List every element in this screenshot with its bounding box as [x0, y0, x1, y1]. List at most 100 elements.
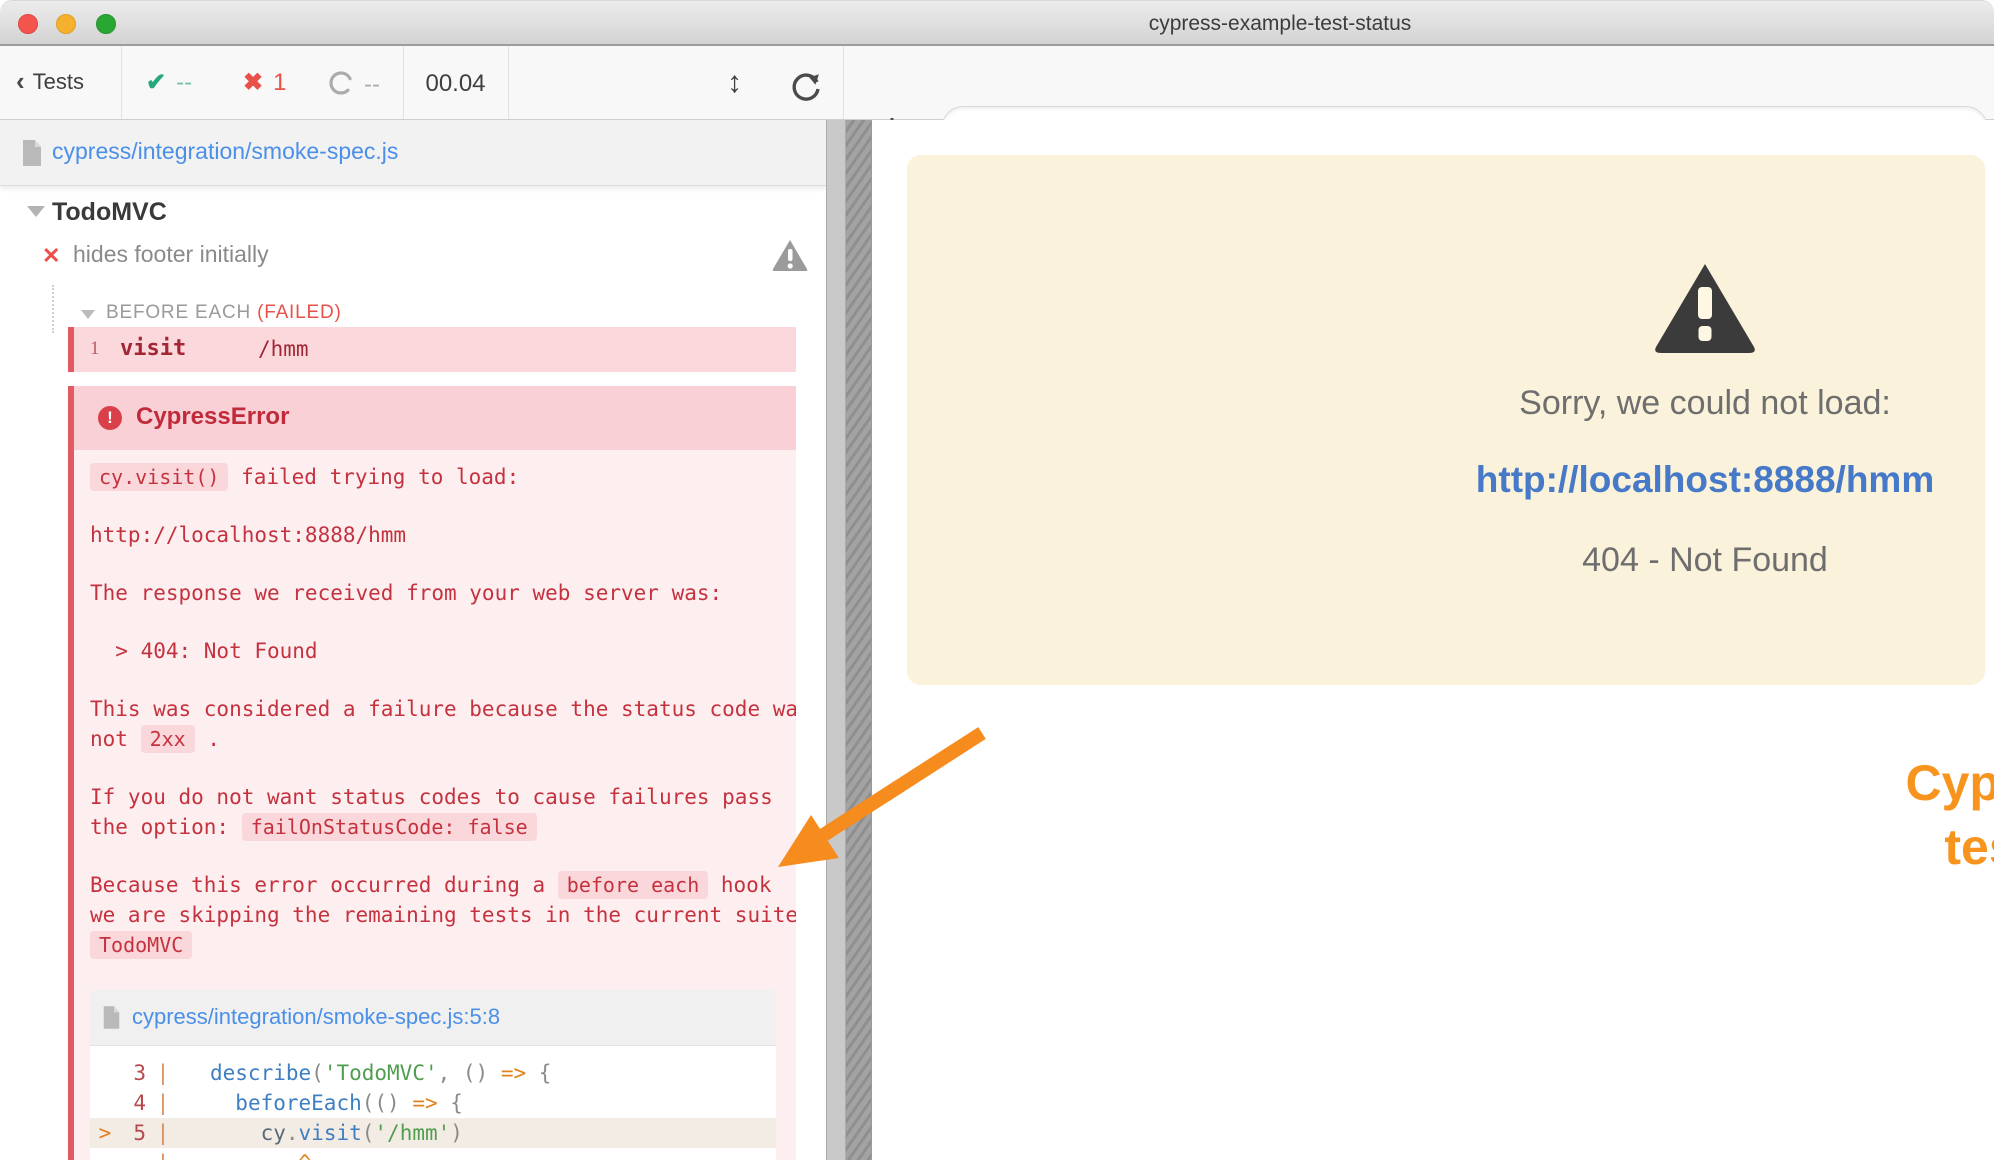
app-error-status: 404 - Not Found — [1425, 541, 1985, 580]
error-paragraph: cy.visit() failed trying to load: — [90, 462, 768, 492]
error-header: ! CypressError — [74, 386, 796, 450]
code-token: => — [412, 1091, 437, 1115]
runner-toolbar: ‹Tests ✔-- ✖1 -- 00.04 ↕ — [0, 46, 1994, 120]
chevron-left-icon: ‹ — [16, 66, 25, 96]
inline-code-pill: cy.visit() — [90, 463, 228, 491]
code-line: >5| cy.visit('/hmm') — [90, 1118, 776, 1148]
cypress-error-block: ! CypressError cy.visit() failed trying … — [68, 386, 796, 1160]
error-name: CypressError — [136, 403, 289, 431]
inline-code-pill: failOnStatusCode: false — [242, 813, 537, 841]
error-paragraphs: cy.visit() failed trying to load: http://… — [90, 462, 768, 960]
command-log-panel: cypress/integration/smoke-spec.js TodoMV… — [0, 120, 826, 1160]
gutter-pipe: | — [146, 1118, 180, 1148]
code-text: describe('TodoMVC', () => { — [180, 1058, 551, 1088]
viewport-resize-icon[interactable]: ↕ — [727, 66, 742, 100]
before-each-hook-row[interactable]: BEFORE EACH (FAILED) — [0, 302, 826, 330]
code-token: beforeEach — [235, 1091, 361, 1115]
error-text: not — [90, 727, 141, 751]
error-text: http://localhost:8888/hmm — [90, 523, 406, 547]
code-token: ( — [311, 1061, 324, 1085]
error-message-body: cy.visit() failed trying to load: http://… — [74, 450, 796, 1160]
code-text: ^ — [180, 1148, 311, 1160]
test-failed-icon: ✕ — [42, 243, 60, 269]
check-icon: ✔ — [146, 69, 166, 96]
passed-count: ✔-- — [146, 68, 192, 97]
x-icon: ✖ — [243, 69, 263, 96]
code-token — [210, 1091, 235, 1115]
line-number: 5 — [120, 1118, 146, 1148]
line-number: 3 — [120, 1058, 146, 1088]
command-message: /hmm — [258, 337, 309, 361]
error-text: > 404: Not Found — [90, 639, 318, 663]
inline-code-pill: TodoMVC — [90, 931, 192, 959]
failed-count: ✖1 — [243, 68, 286, 97]
gutter-pipe: | — [146, 1148, 180, 1160]
toolbar-separator — [508, 46, 509, 119]
spec-header: cypress/integration/smoke-spec.js — [0, 120, 826, 186]
app-error-heading: Sorry, we could not load: — [1425, 384, 1985, 423]
toolbar-separator — [121, 46, 122, 119]
hook-label: BEFORE EACH (FAILED) — [106, 302, 342, 324]
code-line: | ^ — [90, 1148, 776, 1160]
code-token: ^ — [210, 1151, 311, 1160]
code-token: ) — [450, 1121, 463, 1145]
suite-title: TodoMVC — [52, 198, 167, 227]
code-text: cy.visit('/hmm') — [180, 1118, 463, 1148]
command-number: 1 — [90, 338, 100, 360]
error-line-marker — [90, 1148, 120, 1160]
code-line: 4| beforeEach(() => { — [90, 1088, 776, 1118]
error-text: we are skipping the remaining tests in t… — [90, 903, 796, 927]
collapse-caret-icon[interactable] — [27, 206, 45, 217]
visit-command-row[interactable]: 1 visit /hmm — [68, 327, 796, 372]
close-window-button[interactable] — [18, 14, 38, 34]
error-line-marker: > — [90, 1118, 120, 1148]
error-badge-icon: ! — [98, 406, 122, 430]
spec-file-link[interactable]: cypress/integration/smoke-spec.js — [52, 138, 398, 165]
app-window: cypress-example-test-status ‹Tests ✔-- ✖… — [0, 0, 1994, 1160]
error-text: This was considered a failure because th… — [90, 697, 796, 721]
inline-code-pill: before each — [558, 871, 708, 899]
title-bar: cypress-example-test-status — [0, 0, 1994, 46]
error-paragraph: http://localhost:8888/hmm — [90, 520, 768, 550]
left-panel-scrollbar[interactable] — [826, 120, 846, 1160]
code-token: describe — [210, 1061, 311, 1085]
error-paragraph: Because this error occurred during a bef… — [90, 870, 768, 960]
code-token: 'TodoMVC' — [324, 1061, 438, 1085]
code-frame: cypress/integration/smoke-spec.js:5:8 3|… — [90, 990, 776, 1160]
code-frame-file-link[interactable]: cypress/integration/smoke-spec.js:5:8 — [132, 1004, 500, 1030]
code-text: beforeEach(() => { — [180, 1088, 463, 1118]
app-preview-panel: Sorry, we could not load: http://localho… — [873, 120, 1994, 1160]
code-frame-header: cypress/integration/smoke-spec.js:5:8 — [90, 990, 776, 1046]
code-token: { — [438, 1091, 463, 1115]
failed-test-row[interactable]: ✕ hides footer initially — [0, 238, 826, 278]
pending-count: -- — [328, 70, 380, 99]
error-text: The response we received from your web s… — [90, 581, 722, 605]
back-to-tests-button[interactable]: ‹Tests — [16, 66, 84, 97]
code-token — [210, 1121, 261, 1145]
toolbar-separator — [843, 46, 844, 119]
error-text: the option: — [90, 815, 242, 839]
collapse-caret-icon[interactable] — [81, 310, 95, 319]
command-method: visit — [120, 336, 186, 361]
panel-resizer-handle[interactable] — [846, 120, 872, 1160]
window-title: cypress-example-test-status — [1149, 12, 1412, 36]
suite-row[interactable]: TodoMVC — [0, 198, 826, 234]
visit-failure-message-box: Sorry, we could not load: http://localho… — [907, 155, 1985, 685]
line-number — [120, 1148, 146, 1160]
code-token: visit — [299, 1121, 362, 1145]
app-error-url-link[interactable]: http://localhost:8888/hmm — [1425, 459, 1985, 501]
run-duration: 00.04 — [403, 70, 508, 98]
test-name: hides footer initially — [73, 241, 269, 268]
annotation-text: Cypress warns that the remaining tests i… — [1707, 751, 1994, 879]
error-text: failed trying to load: — [228, 465, 519, 489]
refresh-icon[interactable] — [788, 68, 824, 109]
code-token: { — [526, 1061, 551, 1085]
error-line-marker — [90, 1088, 120, 1118]
zoom-window-button[interactable] — [96, 14, 116, 34]
minimize-window-button[interactable] — [56, 14, 76, 34]
warning-triangle-icon — [1651, 260, 1759, 356]
annotation-line-2: tests in the suite were skipped — [1707, 815, 1994, 879]
code-token: , () — [438, 1061, 501, 1085]
error-paragraph: If you do not want status codes to cause… — [90, 782, 768, 842]
hook-failed-status: (FAILED) — [257, 302, 342, 323]
